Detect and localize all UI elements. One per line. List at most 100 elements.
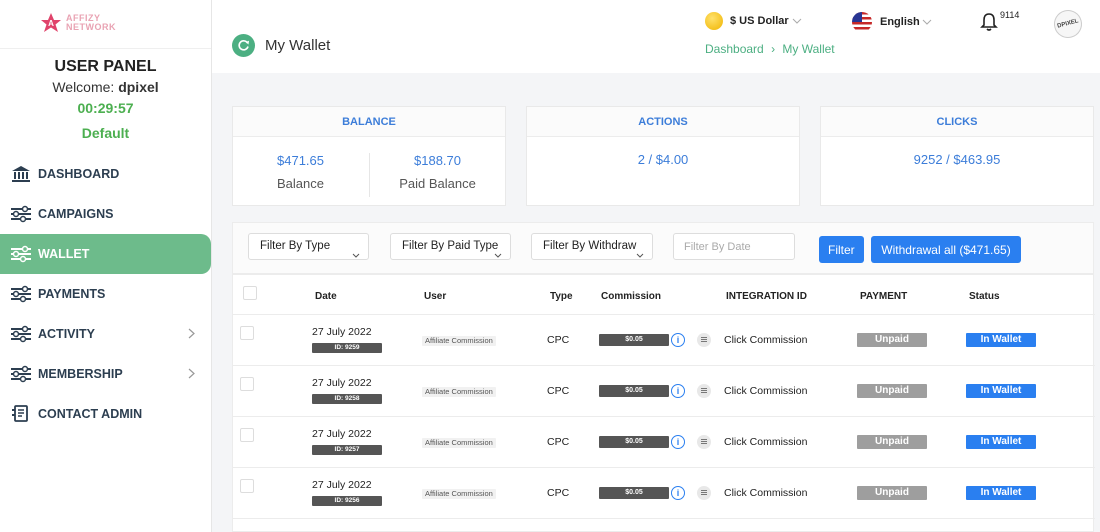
row-date: 27 July 2022 — [312, 377, 372, 389]
th-date[interactable]: Date — [315, 291, 337, 302]
row-checkbox[interactable] — [240, 428, 254, 442]
page-title: My Wallet — [265, 37, 331, 54]
logo-mark-icon: A — [40, 12, 62, 34]
list-icon[interactable] — [697, 486, 711, 500]
breadcrumb-home-link[interactable]: Dashboard — [705, 42, 764, 56]
clicks-value: 9252 / $463.95 — [913, 152, 1001, 167]
paid-balance-value: $188.70 — [414, 153, 461, 168]
info-icon[interactable]: i — [671, 486, 685, 500]
row-user-badge: Affiliate Commission — [422, 336, 496, 346]
sliders-icon — [10, 325, 32, 343]
row-type: CPC — [547, 487, 570, 499]
filter-paid-type-select[interactable]: Filter By Paid Type — [390, 233, 511, 260]
list-icon[interactable] — [697, 333, 711, 347]
sliders-icon — [10, 365, 32, 383]
sidebar-item-dashboard[interactable]: DASHBOARD — [0, 154, 211, 194]
row-status-badge: In Wallet — [966, 486, 1036, 500]
sidebar-item-contact-admin[interactable]: CONTACT ADMIN — [0, 394, 211, 434]
row-id-badge: ID: 9257 — [312, 445, 382, 455]
filter-withdraw-select[interactable]: Filter By Withdraw — [531, 233, 653, 260]
clicks-card-title: CLICKS — [821, 107, 1093, 137]
th-commission[interactable]: Commission — [601, 291, 661, 302]
th-integration-id[interactable]: INTEGRATION ID — [726, 291, 807, 302]
table-row: 27 July 2022 ID: 9256 Affiliate Commissi… — [233, 468, 1095, 519]
th-type[interactable]: Type — [550, 291, 573, 302]
sidebar-item-payments[interactable]: PAYMENTS — [0, 274, 211, 314]
row-id-badge: ID: 9258 — [312, 394, 382, 404]
sliders-icon — [10, 245, 32, 263]
balance-card: BALANCE $471.65 Balance $188.70 Paid Bal… — [232, 106, 506, 206]
th-user[interactable]: User — [424, 291, 446, 302]
info-icon[interactable]: i — [671, 333, 685, 347]
chevron-right-icon[interactable] — [188, 368, 195, 382]
th-payment[interactable]: PAYMENT — [860, 291, 907, 302]
clicks-card: CLICKS 9252 / $463.95 — [820, 106, 1094, 206]
plan-label: Default — [81, 125, 130, 141]
table-row: 27 July 2022 ID: 9259 Affiliate Commissi… — [233, 315, 1095, 366]
info-icon[interactable]: i — [671, 435, 685, 449]
row-id-badge: ID: 9259 — [312, 343, 382, 353]
sidebar-item-label: PAYMENTS — [38, 287, 106, 301]
sidebar-item-campaigns[interactable]: CAMPAIGNS — [0, 194, 211, 234]
filter-type-select[interactable]: Filter By Type — [248, 233, 369, 260]
currency-selector[interactable]: $ US Dollar — [705, 12, 802, 30]
sidebar-item-wallet[interactable]: WALLET — [0, 234, 211, 274]
chevron-down-icon — [792, 15, 802, 27]
filter-date-input[interactable] — [673, 233, 795, 260]
language-label: English — [880, 16, 920, 28]
sidebar-item-activity[interactable]: ACTIVITY — [0, 314, 211, 354]
sidebar-nav: DASHBOARD CAMPAIGNS WALLET PAYMENTS ACTI… — [0, 154, 211, 434]
bell-icon[interactable] — [980, 12, 998, 37]
us-flag-icon — [852, 12, 872, 32]
sidebar: A AFFIZY NETWORK USER PANEL Welcome: dpi… — [0, 0, 212, 532]
row-integration-id: Click Commission — [724, 385, 808, 397]
avatar[interactable]: DPIXEL — [1050, 6, 1086, 42]
row-user-badge: Affiliate Commission — [422, 438, 496, 448]
welcome-prefix: Welcome: — [52, 79, 115, 95]
row-checkbox[interactable] — [240, 326, 254, 340]
svg-text:A: A — [48, 19, 54, 28]
row-type: CPC — [547, 334, 570, 346]
row-date: 27 July 2022 — [312, 428, 372, 440]
sidebar-item-label: CONTACT ADMIN — [38, 407, 143, 421]
sidebar-item-membership[interactable]: MEMBERSHIP — [0, 354, 211, 394]
th-status[interactable]: Status — [969, 291, 1000, 302]
row-commission-badge: $0.05 — [599, 487, 669, 499]
row-payment-badge: Unpaid — [857, 384, 927, 398]
language-selector[interactable]: English — [852, 12, 932, 32]
select-all-checkbox[interactable] — [243, 286, 257, 300]
row-commission-badge: $0.05 — [599, 436, 669, 448]
chevron-down-icon — [636, 243, 644, 259]
row-status-badge: In Wallet — [966, 333, 1036, 347]
logo[interactable]: A AFFIZY NETWORK — [40, 10, 140, 36]
withdraw-all-button[interactable]: Withdrawal all ($471.65) — [871, 236, 1021, 263]
balance-value: $471.65 — [277, 153, 324, 168]
filter-button[interactable]: Filter — [819, 236, 864, 263]
row-status-badge: In Wallet — [966, 435, 1036, 449]
table-row: 27 July 2022 ID: 9257 Affiliate Commissi… — [233, 417, 1095, 468]
row-checkbox[interactable] — [240, 377, 254, 391]
sidebar-item-label: DASHBOARD — [38, 167, 120, 181]
info-icon[interactable]: i — [671, 384, 685, 398]
actions-value: 2 / $4.00 — [637, 152, 689, 167]
list-icon[interactable] — [697, 384, 711, 398]
row-id-badge: ID: 9256 — [312, 496, 382, 506]
filter-paid-type-label: Filter By Paid Type — [402, 240, 499, 252]
table-header: Date User Type Commission INTEGRATION ID… — [233, 275, 1095, 315]
row-user-badge: Affiliate Commission — [422, 489, 496, 499]
filter-withdraw-label: Filter By Withdraw — [543, 240, 637, 252]
row-date: 27 July 2022 — [312, 326, 372, 338]
chevron-right-icon[interactable] — [188, 328, 195, 342]
list-icon[interactable] — [697, 435, 711, 449]
username: dpixel — [118, 79, 159, 95]
refresh-icon[interactable] — [232, 34, 255, 57]
chevron-down-icon — [352, 243, 360, 259]
sliders-icon — [10, 205, 32, 223]
chevron-down-icon — [494, 243, 502, 259]
sidebar-item-label: MEMBERSHIP — [38, 367, 123, 381]
transactions-table: Date User Type Commission INTEGRATION ID… — [232, 274, 1095, 532]
row-commission-badge: $0.05 — [599, 385, 669, 397]
logo-text-line2: NETWORK — [66, 22, 116, 32]
row-date: 27 July 2022 — [312, 479, 372, 491]
row-checkbox[interactable] — [240, 479, 254, 493]
